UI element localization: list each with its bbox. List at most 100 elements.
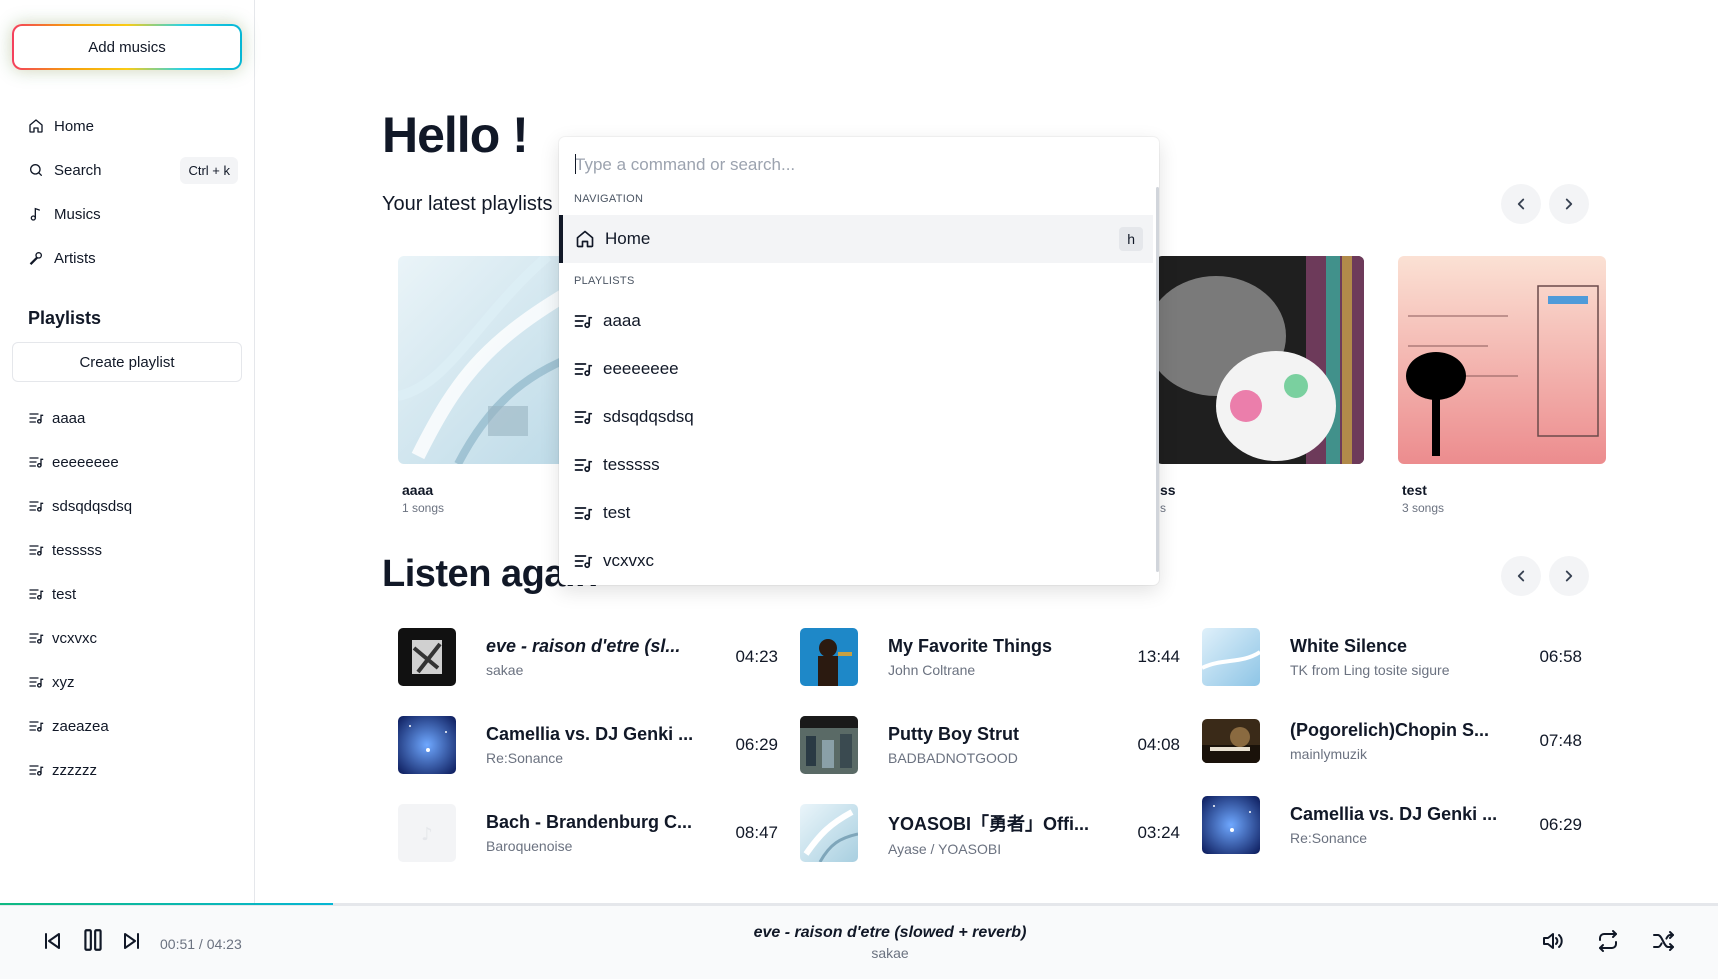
track-duration: 06:29: [1539, 815, 1582, 834]
sidebar-playlist-item[interactable]: zaeazea: [16, 704, 240, 748]
sidebar-playlist-item[interactable]: tesssss: [16, 528, 240, 572]
command-item-playlist[interactable]: eeeeeeee: [559, 345, 1153, 393]
command-item-label: test: [603, 503, 631, 522]
previous-track-button[interactable]: [40, 929, 64, 953]
playlist-icon: [28, 498, 44, 514]
track-duration: 07:48: [1539, 731, 1582, 750]
playlists-prev-button[interactable]: [1501, 184, 1541, 224]
create-playlist-button[interactable]: Create playlist: [12, 342, 242, 382]
sidebar-playlist-item[interactable]: eeeeeeee: [16, 440, 240, 484]
track-title: Camellia vs. DJ Genki ...: [1290, 804, 1498, 824]
track-artist: mainlymuzik: [1290, 746, 1368, 762]
track-title: Camellia vs. DJ Genki ...: [486, 724, 694, 744]
nav-item-home[interactable]: Home: [16, 104, 240, 148]
playlist-icon: [28, 630, 44, 646]
command-item-label: aaaa: [603, 311, 641, 330]
playlist-icon: [28, 718, 44, 734]
track-card[interactable]: Putty Boy Strut BADBADNOTGOOD 04:08: [800, 716, 1180, 774]
home-icon: [575, 229, 595, 249]
sidebar-playlist-item[interactable]: zzzzzz: [16, 748, 240, 792]
track-duration: 06:58: [1539, 647, 1582, 666]
track-thumbnail: [1202, 628, 1260, 686]
track-card[interactable]: ♪ Bach - Brandenburg C... Baroquenoise 08…: [398, 804, 778, 862]
playlist-card-count: s: [1160, 501, 1166, 515]
sidebar-playlist-label: vcxvxc: [52, 629, 97, 647]
track-card[interactable]: White Silence TK from Ling tosite sigure …: [1202, 628, 1582, 686]
shuffle-button[interactable]: [1652, 929, 1676, 953]
playlist-card[interactable]: test 3 songs: [1398, 256, 1606, 515]
nav-item-musics[interactable]: Musics: [16, 192, 240, 236]
command-item-label: vcxvxc: [603, 551, 654, 570]
pause-button[interactable]: [80, 927, 106, 953]
command-item-playlist[interactable]: vcxvxc: [559, 537, 1153, 585]
chevron-left-icon: [1517, 198, 1525, 210]
text-caret: [575, 154, 576, 174]
track-card[interactable]: (Pogorelich)Chopin S... mainlymuzik 07:48: [1202, 712, 1582, 770]
nav-item-search[interactable]: Search Ctrl + k: [16, 148, 240, 192]
command-scrollbar[interactable]: [1156, 187, 1159, 572]
repeat-icon: [1599, 930, 1617, 952]
track-duration: 13:44: [1137, 647, 1180, 666]
track-duration: 04:08: [1137, 735, 1180, 754]
sidebar-playlist-item[interactable]: aaaa: [16, 396, 240, 440]
playlist-icon: [573, 503, 593, 523]
latest-playlists-heading: Your latest playlists: [382, 193, 553, 215]
sidebar-playlist-item[interactable]: xyz: [16, 660, 240, 704]
next-track-button[interactable]: [120, 929, 144, 953]
command-item-playlist[interactable]: aaaa: [559, 297, 1153, 345]
greeting-title: Hello !: [382, 107, 529, 163]
track-card[interactable]: eve - raison d'etre (sl... sakae 04:23: [398, 628, 778, 686]
volume-button[interactable]: [1540, 929, 1564, 953]
track-title: eve - raison d'etre (sl...: [486, 636, 681, 656]
playlist-icon: [28, 674, 44, 690]
sidebar-playlist-item[interactable]: test: [16, 572, 240, 616]
volume-icon: [1543, 933, 1563, 949]
nav-item-label: Artists: [54, 249, 96, 267]
sidebar-playlist-label: test: [52, 585, 77, 603]
playlist-icon: [573, 359, 593, 379]
sidebar-playlist-label: tesssss: [52, 541, 103, 559]
music-note-icon: [28, 206, 44, 222]
track-artist: John Coltrane: [888, 662, 976, 678]
track-thumbnail: [1202, 796, 1260, 854]
chevron-right-icon: [1565, 198, 1573, 210]
track-title: (Pogorelich)Chopin S...: [1290, 720, 1489, 740]
sidebar-playlist-list: aaaa eeeeeeee sdsqdqsdsq tesssss test vc…: [16, 396, 240, 792]
playlist-icon: [28, 542, 44, 558]
track-artist: Baroquenoise: [486, 838, 573, 854]
nav-item-artists[interactable]: Artists: [16, 236, 240, 280]
track-artist: Ayase / YOASOBI: [888, 840, 1002, 857]
playlist-icon: [28, 454, 44, 470]
sidebar-playlist-item[interactable]: sdsqdqsdsq: [16, 484, 240, 528]
add-musics-button-border: Add musics: [12, 24, 242, 70]
playlists-next-button[interactable]: [1549, 184, 1589, 224]
command-item-playlist[interactable]: tesssss: [559, 441, 1153, 489]
command-search-input[interactable]: [575, 151, 1135, 179]
command-item-home[interactable]: Home h: [559, 215, 1153, 263]
command-item-label: eeeeeeee: [603, 359, 679, 378]
sidebar-playlist-item[interactable]: vcxvxc: [16, 616, 240, 660]
chevron-left-icon: [1517, 570, 1525, 582]
playlist-card-count: 3 songs: [1402, 501, 1445, 515]
now-playing-title: eve - raison d'etre (slowed + reverb): [753, 924, 1027, 941]
sidebar-playlist-label: zzzzzz: [52, 761, 97, 779]
track-card[interactable]: My Favorite Things John Coltrane 13:44: [800, 628, 1180, 686]
playlist-card[interactable]: ss s: [1156, 256, 1364, 515]
search-icon: [28, 162, 44, 178]
track-card[interactable]: Camellia vs. DJ Genki ... Re:Sonance 06:2…: [398, 716, 778, 774]
track-thumbnail: [800, 804, 858, 862]
add-musics-button[interactable]: Add musics: [14, 26, 240, 68]
nav-item-label: Home: [54, 117, 95, 135]
playlist-icon: [573, 455, 593, 475]
sidebar-playlist-label: sdsqdqsdsq: [52, 497, 133, 515]
listen-again-next-button[interactable]: [1549, 556, 1589, 596]
pause-icon: [84, 929, 102, 951]
command-item-playlist[interactable]: test: [559, 489, 1153, 537]
command-group-playlists: PLAYLISTS: [574, 275, 635, 287]
track-card[interactable]: Camellia vs. DJ Genki ... Re:Sonance 06:2…: [1202, 796, 1582, 854]
listen-again-prev-button[interactable]: [1501, 556, 1541, 596]
repeat-button[interactable]: [1596, 929, 1620, 953]
command-item-playlist[interactable]: sdsqdqsdsq: [559, 393, 1153, 441]
track-card[interactable]: YOASOBI「勇者」Offi... Ayase / YOASOBI 03:24: [800, 804, 1180, 862]
sidebar-playlist-label: xyz: [52, 673, 75, 691]
